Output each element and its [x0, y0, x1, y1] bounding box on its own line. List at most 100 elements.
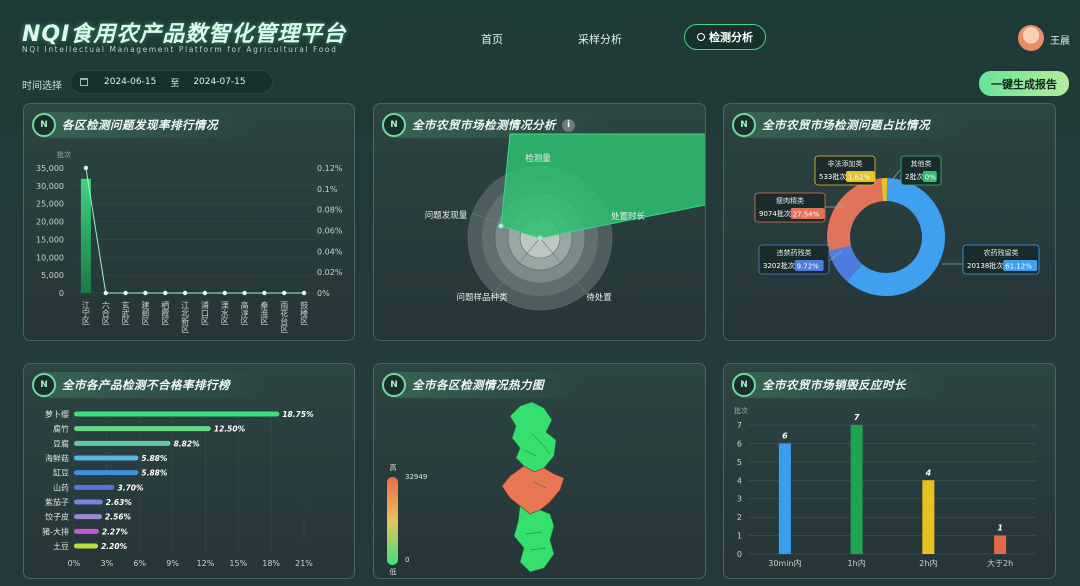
market-radar-chart: 检测量处置时长待处置 问题样品种类 问题发现量 — [425, 133, 705, 311]
bar-value-label: 8.82% — [174, 439, 201, 448]
y-tick-label: 1 — [737, 532, 742, 541]
district-jiangning — [501, 465, 565, 515]
line-point-江北新区 — [182, 290, 188, 296]
x-tick-label: 大于2h — [987, 558, 1013, 568]
bar-海鲜菇 — [74, 455, 139, 461]
bar-饺子皮 — [74, 514, 103, 520]
y-tick-label: 山药 — [53, 482, 69, 492]
y-tick-label: 紫茄子 — [45, 497, 69, 507]
line-point-玄武区 — [123, 290, 128, 296]
legend-high-label: 高 — [390, 463, 397, 472]
y-tick-label: 0 — [737, 550, 742, 559]
y-left-tick-label: 15,000 — [36, 235, 64, 244]
search-icon — [697, 33, 705, 41]
bar-2h内 — [922, 480, 935, 554]
bar-紫茄子 — [74, 499, 103, 505]
x-tick-label: 15% — [229, 559, 247, 568]
user-name[interactable]: 王晨 — [1050, 32, 1070, 47]
slice-value: 20138批次 — [967, 261, 1003, 270]
y-right-tick-label: 0.02% — [317, 268, 343, 277]
y-right-tick-label: 0.06% — [317, 227, 343, 236]
nav-sampling-analysis[interactable]: 采样分析 — [578, 31, 622, 47]
avatar[interactable] — [1018, 25, 1044, 51]
line-point-高淳区 — [242, 290, 247, 296]
line-point-雨花台区 — [282, 290, 287, 296]
bar-value-label: 12.50% — [214, 425, 246, 434]
legend-min-label: 0 — [405, 556, 409, 564]
y-tick-label: 7 — [737, 421, 742, 430]
nav-detection-label: 检测分析 — [709, 31, 753, 44]
line-point-鼓楼区 — [301, 290, 307, 296]
app-subtitle: NQI Intellectual Management Platform for… — [22, 45, 338, 54]
date-from[interactable]: 2024-06-15 — [104, 77, 156, 87]
bar-value-label: 1 — [997, 524, 1003, 533]
y-tick-label: 饺子皮 — [45, 512, 69, 522]
panel-issue-share: N 全市农贸市场检测问题占比情况 农药残留类 20138批次 61.12% 违禁药残类 3… — [723, 103, 1056, 341]
x-tick-label: 0% — [68, 559, 81, 568]
y-left-tick-label: 30,000 — [36, 182, 64, 191]
nav-home[interactable]: 首页 — [481, 31, 503, 47]
y-right-tick-label: 0.08% — [317, 206, 343, 215]
bar-腐竹 — [74, 426, 211, 432]
generate-report-button[interactable]: 一键生成报告 — [979, 71, 1069, 96]
y-right-tick-label: 0% — [317, 289, 330, 298]
line-point-溧水区 — [222, 290, 227, 296]
bar-value-label: 7 — [854, 413, 860, 422]
bar-value-label: 2.27% — [102, 527, 129, 536]
line-point-栖霞区 — [163, 290, 168, 296]
bar-value-label: 5.88% — [141, 469, 168, 478]
bar-江宁区 — [80, 178, 91, 293]
x-tick-label: 6% — [133, 559, 146, 568]
y-tick-label: 豆腐 — [53, 438, 69, 448]
radar-area — [500, 133, 705, 239]
bar-value-label: 2.63% — [106, 498, 133, 507]
bar-大于2h — [994, 535, 1007, 554]
bar-value-label: 3.70% — [118, 483, 145, 492]
calendar-icon — [80, 78, 88, 86]
x-tick-label: 3% — [101, 559, 114, 568]
y-tick-label: 6 — [737, 439, 742, 448]
date-to[interactable]: 2024-07-15 — [193, 77, 245, 87]
date-range-picker[interactable]: 2024-06-15 至 2024-07-15 — [70, 70, 273, 94]
y-right-tick-label: 0.1% — [317, 185, 338, 194]
bar-value-label: 5.88% — [141, 454, 168, 463]
y-tick-label: 腐竹 — [53, 424, 69, 434]
donut-slice-瘦肉精类 — [827, 178, 884, 252]
slice-name: 瘦肉精类 — [776, 196, 804, 205]
bar-value-label: 18.75% — [282, 410, 314, 419]
bar-value-label: 4 — [925, 468, 932, 477]
y-tick-label: 4 — [737, 476, 742, 485]
bar-value-label: 2.56% — [105, 513, 132, 522]
bar-土豆 — [74, 543, 99, 549]
x-tick-label: 雨花台区 — [280, 301, 289, 333]
slice-name: 其他类 — [911, 159, 932, 168]
radar-point — [537, 235, 543, 241]
y-tick-label: 5 — [737, 458, 742, 467]
x-tick-label: 秦淮区 — [260, 300, 269, 325]
y-left-tick-label: 35,000 — [36, 164, 64, 173]
bar-猪-大排 — [74, 528, 99, 534]
x-tick-label: 12% — [197, 559, 215, 568]
x-tick-label: 鼓楼区 — [300, 300, 309, 325]
line-point-秦淮区 — [262, 290, 267, 296]
slice-pct: 0% — [925, 174, 936, 182]
x-tick-label: 玄武区 — [121, 300, 130, 325]
x-tick-label: 江北新区 — [181, 301, 190, 333]
response-time-chart: 批次 0 1 2 3 4 5 6 7 6 30min内 7 1h内 4 2h内 1 大于2h — [734, 406, 1036, 568]
x-tick-label: 浦口区 — [200, 300, 209, 325]
x-tick-label: 江宁区 — [81, 301, 90, 325]
panel-district-issue-rate: N 各区检测问题发现率排行情况 批次 0 5,000 10,000 15,000 20,00… — [23, 103, 355, 341]
product-failure-chart: 0% 3% 6% 9% 12% 15% 18% 21% 萝卜缨 18.75% 腐竹 12.50% 豆腐 8… — [42, 408, 314, 568]
y-tick-label: 海鲜菇 — [45, 453, 69, 463]
bar-value-label: 6 — [782, 431, 788, 440]
y-left-tick-label: 25,000 — [36, 200, 64, 209]
district-issue-chart: 批次 0 5,000 10,000 15,000 20,000 25,000 30,000 35… — [36, 150, 343, 333]
y-left-tick-label: 10,000 — [36, 253, 64, 262]
time-select-label: 时间选择 — [22, 81, 62, 92]
slice-value: 9074批次 — [759, 209, 791, 218]
nav-detection-analysis[interactable]: 检测分析 — [684, 24, 766, 50]
y-tick-label: 土豆 — [53, 541, 69, 551]
x-tick-label: 栖霞区 — [161, 300, 170, 325]
x-tick-label: 21% — [295, 559, 313, 568]
y-left-tick-label: 0 — [59, 289, 64, 298]
